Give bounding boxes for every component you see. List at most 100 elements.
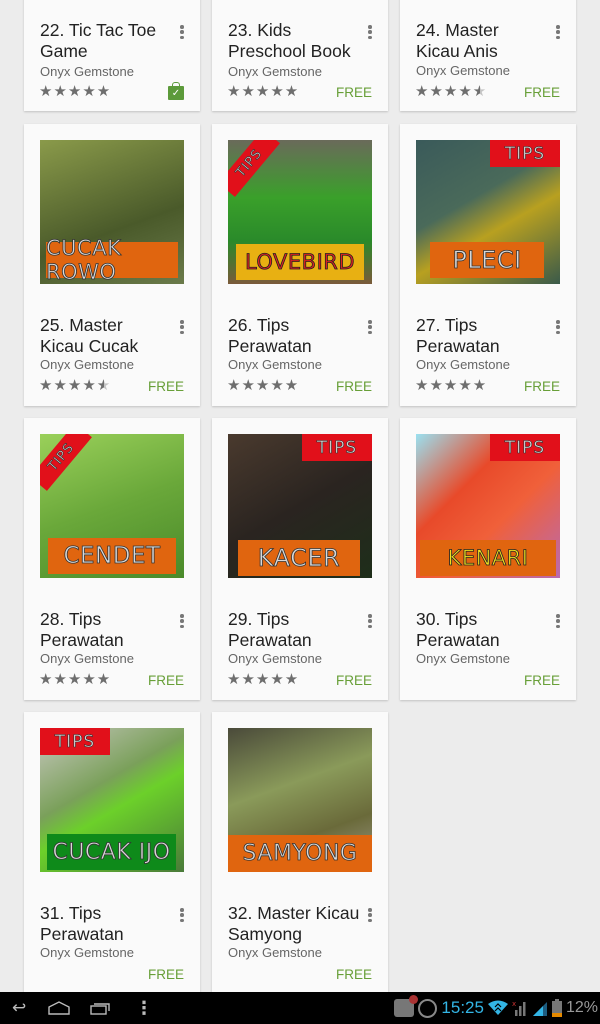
app-thumbnail[interactable]: CUCAK ROWO <box>40 140 184 284</box>
app-developer: Onyx Gemstone <box>228 357 322 372</box>
star-rating: ★★★★★ <box>227 671 300 688</box>
recents-button[interactable] <box>90 1001 110 1015</box>
overflow-menu-icon[interactable] <box>364 611 376 631</box>
app-card[interactable]: 22. Tic Tac Toe Game Onyx Gemstone ★★★★★… <box>24 0 200 111</box>
app-title: 26. Tips Perawatan <box>228 315 312 356</box>
overflow-menu-icon[interactable] <box>176 611 188 631</box>
price-label: FREE <box>523 379 560 394</box>
signal-no-sim-icon: x <box>512 1000 526 1016</box>
back-button[interactable]: ↩ <box>12 998 26 1018</box>
overflow-menu-icon[interactable] <box>176 22 188 42</box>
battery-icon <box>551 999 562 1017</box>
app-card[interactable]: TIPS KACER 29. Tips Perawatan Onyx Gemst… <box>212 418 388 700</box>
app-card[interactable]: TIPS CENDET 28. Tips Perawatan Onyx Gems… <box>24 418 200 700</box>
app-title: 27. Tips Perawatan <box>416 315 500 356</box>
price-label: FREE <box>335 85 372 100</box>
thumbnail-label: LOVEBIRD <box>236 244 364 280</box>
app-card[interactable]: SAMYONG 32. Master Kicau Samyong Onyx Ge… <box>212 712 388 994</box>
app-developer: Onyx Gemstone <box>40 357 134 372</box>
thumbnail-label: CENDET <box>48 538 176 574</box>
overflow-menu-icon[interactable] <box>552 611 564 631</box>
overflow-menu-icon[interactable] <box>364 317 376 337</box>
price-label: FREE <box>147 673 184 688</box>
signal-strength-icon <box>532 1002 547 1016</box>
price-label: FREE <box>523 85 560 100</box>
app-developer: Onyx Gemstone <box>40 945 134 960</box>
tips-tag: TIPS <box>228 140 280 197</box>
app-title: 31. Tips Perawatan <box>40 903 124 944</box>
app-developer: Onyx Gemstone <box>40 64 134 79</box>
app-developer: Onyx Gemstone <box>416 63 510 78</box>
price-label: FREE <box>335 967 372 982</box>
price-label: FREE <box>147 379 184 394</box>
price-label: FREE <box>335 673 372 688</box>
system-bar: ↩ ⋮ 15:25 x 12% <box>0 992 600 1024</box>
app-thumbnail[interactable]: SAMYONG <box>228 728 372 872</box>
app-thumbnail[interactable]: TIPS KENARI <box>416 434 560 578</box>
app-thumbnail[interactable]: TIPS CUCAK IJO <box>40 728 184 872</box>
wifi-icon <box>487 1000 508 1015</box>
overflow-menu-icon[interactable] <box>552 22 564 42</box>
app-card[interactable]: TIPS LOVEBIRD 26. Tips Perawatan Onyx Ge… <box>212 124 388 406</box>
overflow-menu-icon[interactable] <box>176 905 188 925</box>
battery-percent: 12% <box>565 999 598 1016</box>
app-title: 22. Tic Tac Toe Game <box>40 20 157 61</box>
thumbnail-label: KACER <box>238 540 360 576</box>
app-title: 32. Master Kicau Samyong <box>228 903 360 944</box>
app-developer: Onyx Gemstone <box>228 651 322 666</box>
star-rating: ★★★★★ <box>39 377 112 394</box>
app-title: 28. Tips Perawatan <box>40 609 124 650</box>
app-thumbnail[interactable]: TIPS LOVEBIRD <box>228 140 372 284</box>
app-thumbnail[interactable]: TIPS PLECI <box>416 140 560 284</box>
whatsapp-icon <box>418 998 438 1018</box>
app-title: 25. Master Kicau Cucak <box>40 315 139 356</box>
overflow-menu-icon[interactable] <box>552 317 564 337</box>
thumbnail-label: KENARI <box>420 540 556 576</box>
app-developer: Onyx Gemstone <box>228 945 322 960</box>
price-label: FREE <box>523 673 560 688</box>
star-rating: ★★★★★ <box>415 83 488 100</box>
app-card[interactable]: TIPS PLECI 27. Tips Perawatan Onyx Gemst… <box>400 124 576 406</box>
thumbnail-label: CUCAK ROWO <box>46 236 178 284</box>
app-developer: Onyx Gemstone <box>40 651 134 666</box>
star-rating: ★★★★★ <box>227 83 300 100</box>
home-button[interactable] <box>48 1001 70 1015</box>
app-title: 29. Tips Perawatan <box>228 609 312 650</box>
star-rating: ★★★★★ <box>415 377 488 394</box>
app-title: 30. Tips Perawatan <box>416 609 500 650</box>
overflow-menu-icon[interactable] <box>176 317 188 337</box>
menu-button[interactable]: ⋮ <box>135 998 153 1018</box>
app-card[interactable]: CUCAK ROWO 25. Master Kicau Cucak Onyx G… <box>24 124 200 406</box>
app-card[interactable]: TIPS KENARI 30. Tips Perawatan Onyx Gems… <box>400 418 576 700</box>
tips-tag: TIPS <box>302 434 372 461</box>
app-thumbnail[interactable]: TIPS KACER <box>228 434 372 578</box>
app-card[interactable]: 23. Kids Preschool Book Onyx Gemstone ★★… <box>212 0 388 111</box>
thumbnail-label: PLECI <box>430 242 544 278</box>
status-clock: 15:25 <box>441 998 484 1017</box>
star-rating: ★★★★★ <box>39 83 112 100</box>
overflow-menu-icon[interactable] <box>364 22 376 42</box>
app-thumbnail[interactable]: TIPS CENDET <box>40 434 184 578</box>
thumbnail-label: CUCAK IJO <box>47 834 176 870</box>
app-title: 23. Kids Preschool Book <box>228 20 351 61</box>
status-area: 15:25 x 12% <box>394 995 598 1020</box>
app-title: 24. Master Kicau Anis <box>416 20 499 61</box>
app-developer: Onyx Gemstone <box>228 64 322 79</box>
tips-tag: TIPS <box>40 434 92 491</box>
installed-bag-icon: ✓ <box>168 82 184 100</box>
home-icon <box>48 1001 70 1015</box>
overflow-menu-icon[interactable] <box>364 905 376 925</box>
thumbnail-label: SAMYONG <box>228 835 372 872</box>
recents-icon <box>90 1003 110 1015</box>
app-card[interactable]: 24. Master Kicau Anis Onyx Gemstone ★★★★… <box>400 0 576 111</box>
app-grid: 22. Tic Tac Toe Game Onyx Gemstone ★★★★★… <box>0 0 600 994</box>
app-card[interactable]: TIPS CUCAK IJO 31. Tips Perawatan Onyx G… <box>24 712 200 994</box>
notification-badge <box>409 995 419 1004</box>
tips-tag: TIPS <box>490 434 560 461</box>
price-label: FREE <box>335 379 372 394</box>
tips-tag: TIPS <box>490 140 560 167</box>
bbm-notification-icon <box>394 995 419 1017</box>
svg-text:x: x <box>512 1000 516 1008</box>
star-rating: ★★★★★ <box>39 671 112 688</box>
price-label: FREE <box>147 967 184 982</box>
